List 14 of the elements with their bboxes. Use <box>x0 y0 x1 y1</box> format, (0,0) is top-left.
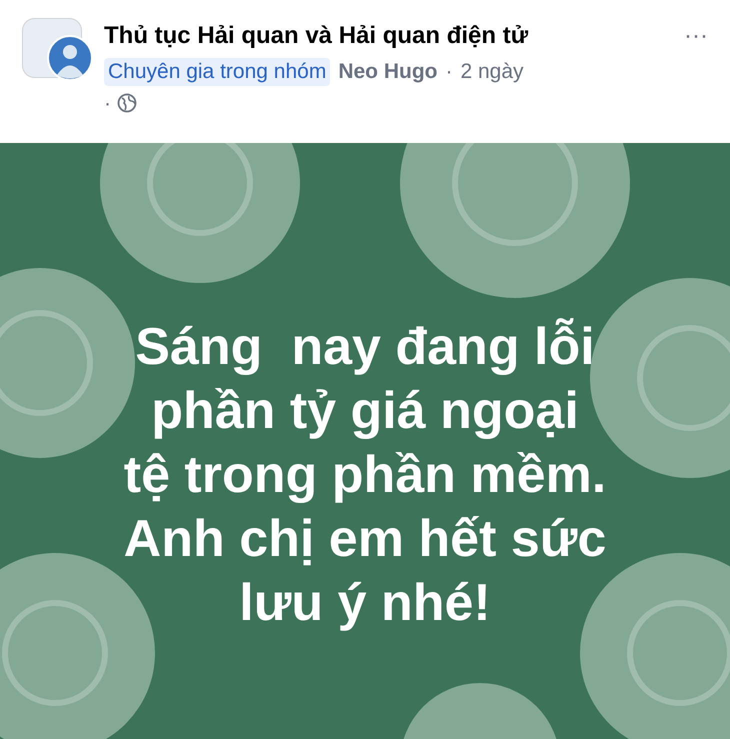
post-time[interactable]: 2 ngày <box>460 56 524 88</box>
post-text-line: tệ trong phần mềm. <box>124 445 606 506</box>
post-text-line: phần tỷ giá ngoại <box>151 381 579 442</box>
globe-icon <box>117 93 137 114</box>
author-name[interactable]: Neo Hugo <box>338 56 438 88</box>
more-options-button[interactable]: ··· <box>684 18 708 54</box>
separator: · <box>445 59 452 85</box>
post-text-line: Anh chị em hết sức <box>124 509 606 570</box>
group-name[interactable]: Thủ tục Hải quan và Hải quan điện tử <box>104 18 528 54</box>
post-text-line: Sáng nay đang lỗi <box>135 317 595 378</box>
member-badge: Chuyên gia trong nhóm <box>104 58 330 86</box>
separator: · <box>104 90 111 116</box>
group-avatar-drawing[interactable] <box>22 18 94 82</box>
post-text-line: lưu ý nhé! <box>239 573 491 634</box>
